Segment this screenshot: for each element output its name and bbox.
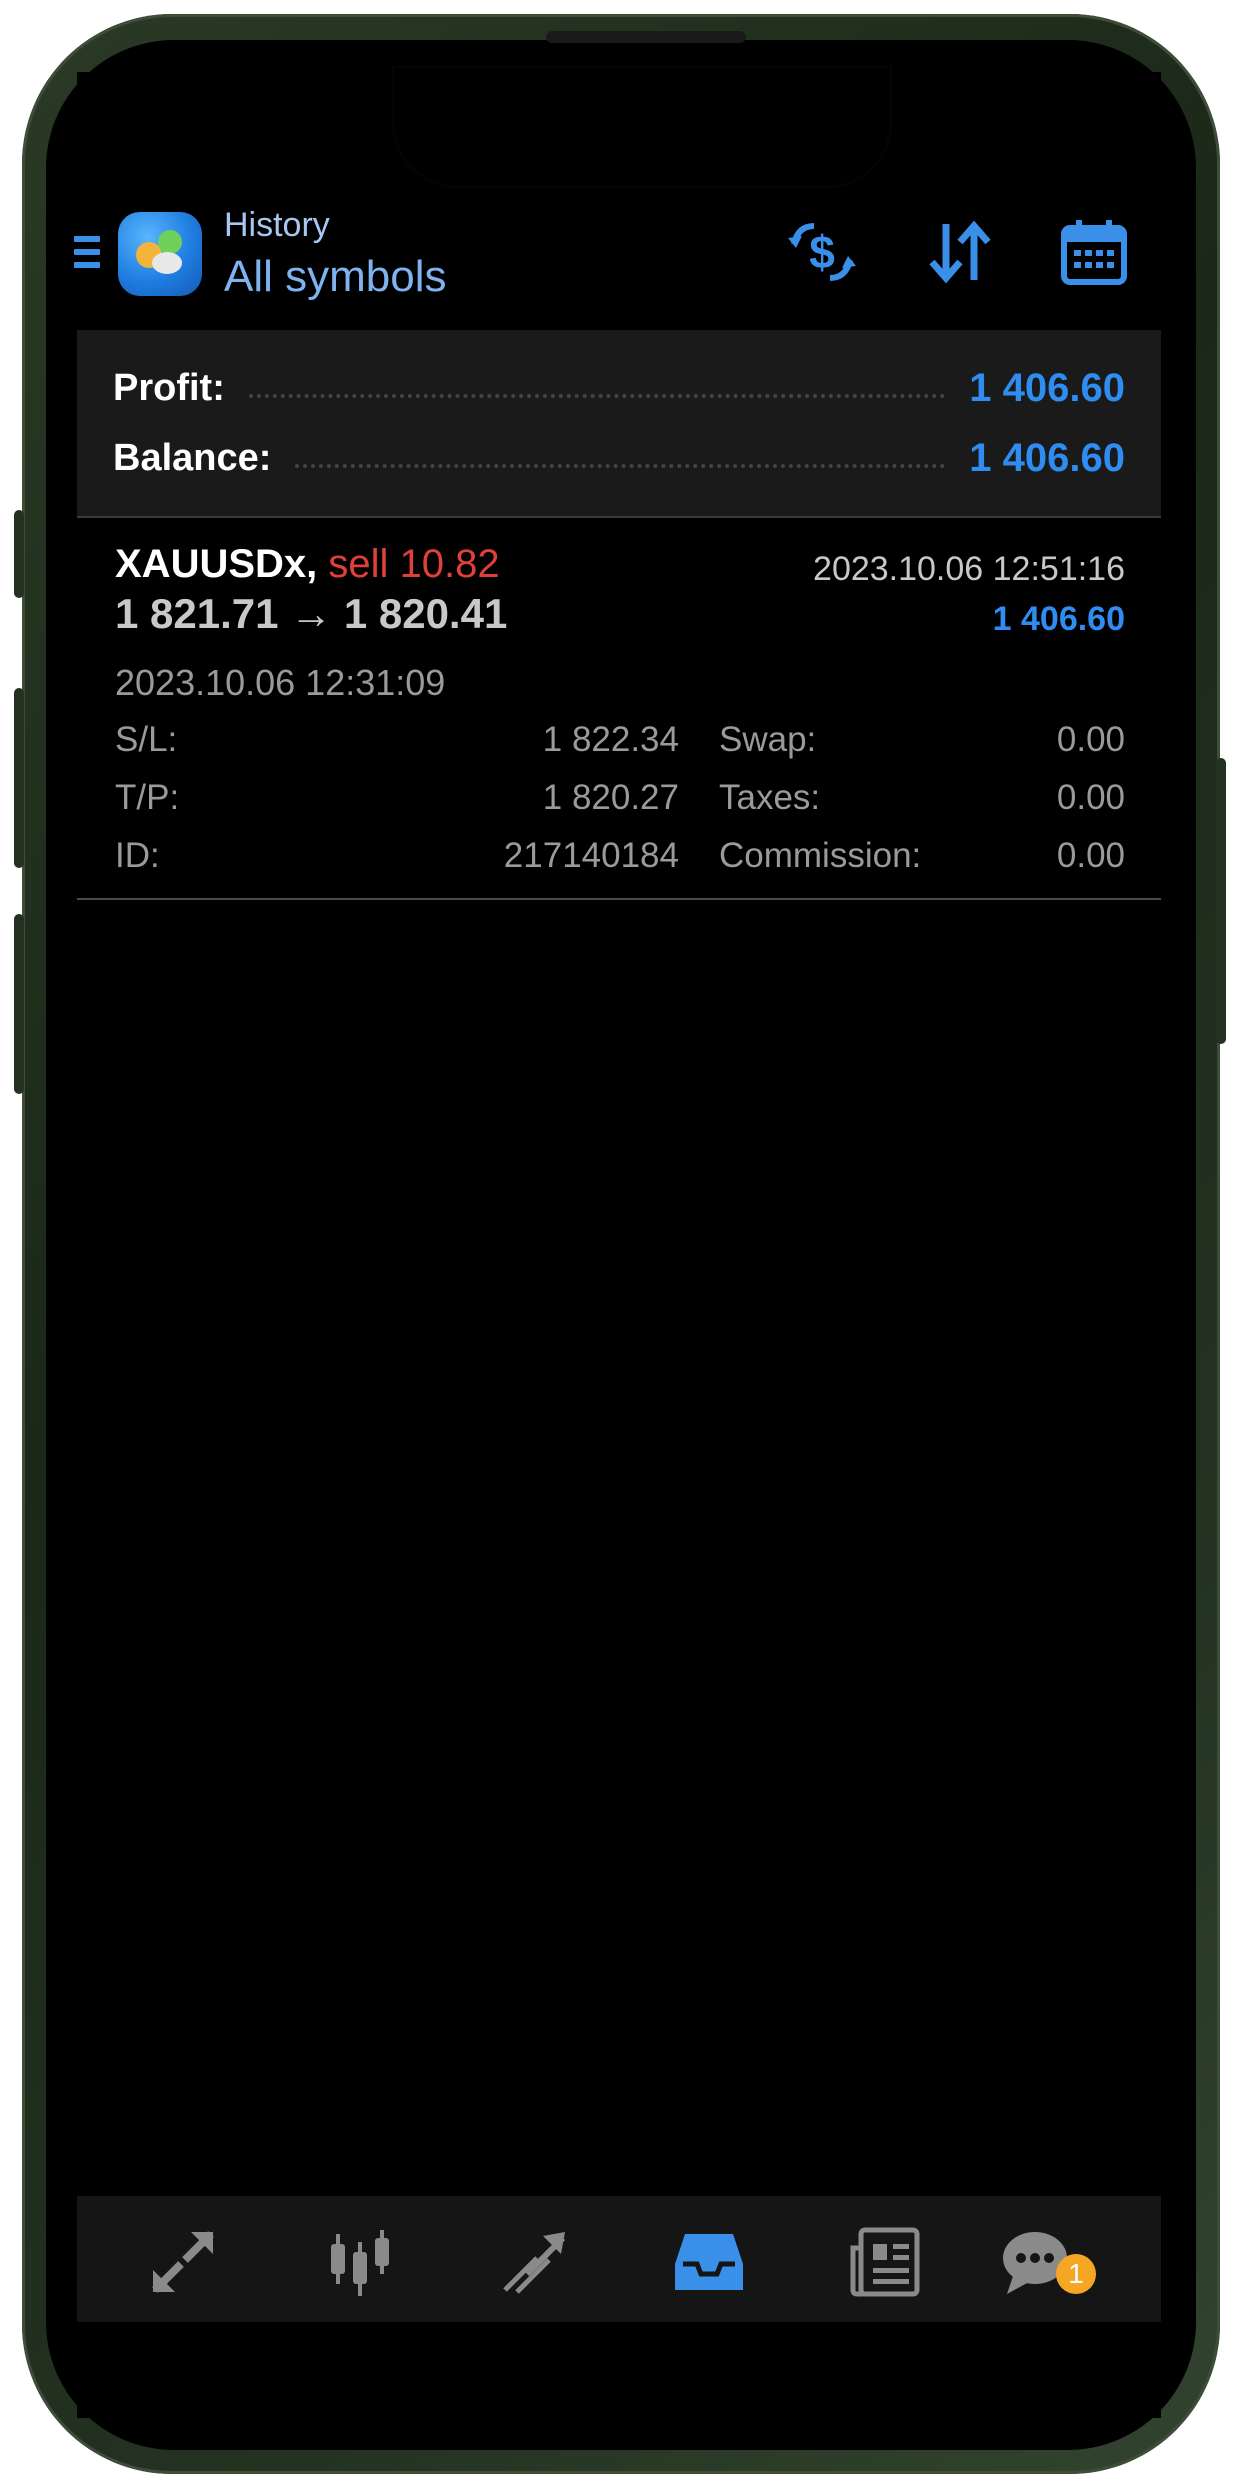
trade-profit: 1 406.60 <box>992 600 1125 638</box>
swap-label: Swap: <box>719 720 817 759</box>
balance-label: Balance: <box>113 436 272 479</box>
power-button <box>1216 758 1226 1044</box>
header-subtitle: History <box>224 206 330 244</box>
commission-value: 0.00 <box>1056 836 1125 875</box>
quotes-icon[interactable] <box>145 2224 221 2300</box>
symbol-selector[interactable]: All symbols <box>224 252 447 302</box>
profit-value: 1 406.60 <box>969 365 1125 410</box>
sl-label: S/L: <box>115 720 178 759</box>
messages-badge: 1 <box>1056 2254 1096 2294</box>
news-icon[interactable] <box>847 2224 923 2300</box>
dotted-leader <box>295 464 946 468</box>
sl-value: 1 822.34 <box>542 720 679 759</box>
id-label: ID: <box>115 836 160 875</box>
notch <box>394 68 890 186</box>
app-logo <box>118 212 202 296</box>
balance-value: 1 406.60 <box>969 435 1125 480</box>
summary-panel: Profit: 1 406.60 Balance: 1 406.60 <box>77 330 1161 518</box>
volume-up-button <box>14 688 24 868</box>
trade-icon[interactable] <box>497 2224 573 2300</box>
open-time: 2023.10.06 12:31:09 <box>115 662 446 703</box>
taxes-value: 0.00 <box>1056 778 1125 817</box>
volume-down-button <box>14 914 24 1094</box>
tp-value: 1 820.27 <box>542 778 679 817</box>
menu-icon[interactable] <box>74 236 100 276</box>
bottom-navigation <box>77 2196 1161 2322</box>
mute-switch <box>14 510 24 598</box>
id-value: 217140184 <box>503 836 679 875</box>
symbol-name: XAUUSDx, <box>115 542 318 586</box>
sort-icon[interactable] <box>922 214 998 290</box>
swap-value: 0.00 <box>1056 720 1125 759</box>
history-icon[interactable] <box>671 2224 747 2300</box>
taxes-label: Taxes: <box>719 778 821 817</box>
calendar-icon[interactable] <box>1056 214 1132 290</box>
close-time: 2023.10.06 12:51:16 <box>813 550 1125 588</box>
trade-prices: 1 821.71 → 1 820.41 <box>115 590 508 637</box>
tp-label: T/P: <box>115 778 180 817</box>
speaker <box>546 31 746 43</box>
trade-side: sell 10.82 <box>328 542 500 586</box>
dotted-leader <box>248 394 946 398</box>
chart-icon[interactable] <box>323 2224 399 2300</box>
profit-label: Profit: <box>113 366 225 409</box>
trade-symbol: XAUUSDx, sell 10.82 <box>115 542 500 587</box>
currency-exchange-icon[interactable]: $ <box>784 214 860 290</box>
svg-text:$: $ <box>809 226 835 278</box>
trade-row[interactable]: XAUUSDx, sell 10.82 1 821.71 → 1 820.41 … <box>77 520 1161 900</box>
commission-label: Commission: <box>719 836 922 875</box>
